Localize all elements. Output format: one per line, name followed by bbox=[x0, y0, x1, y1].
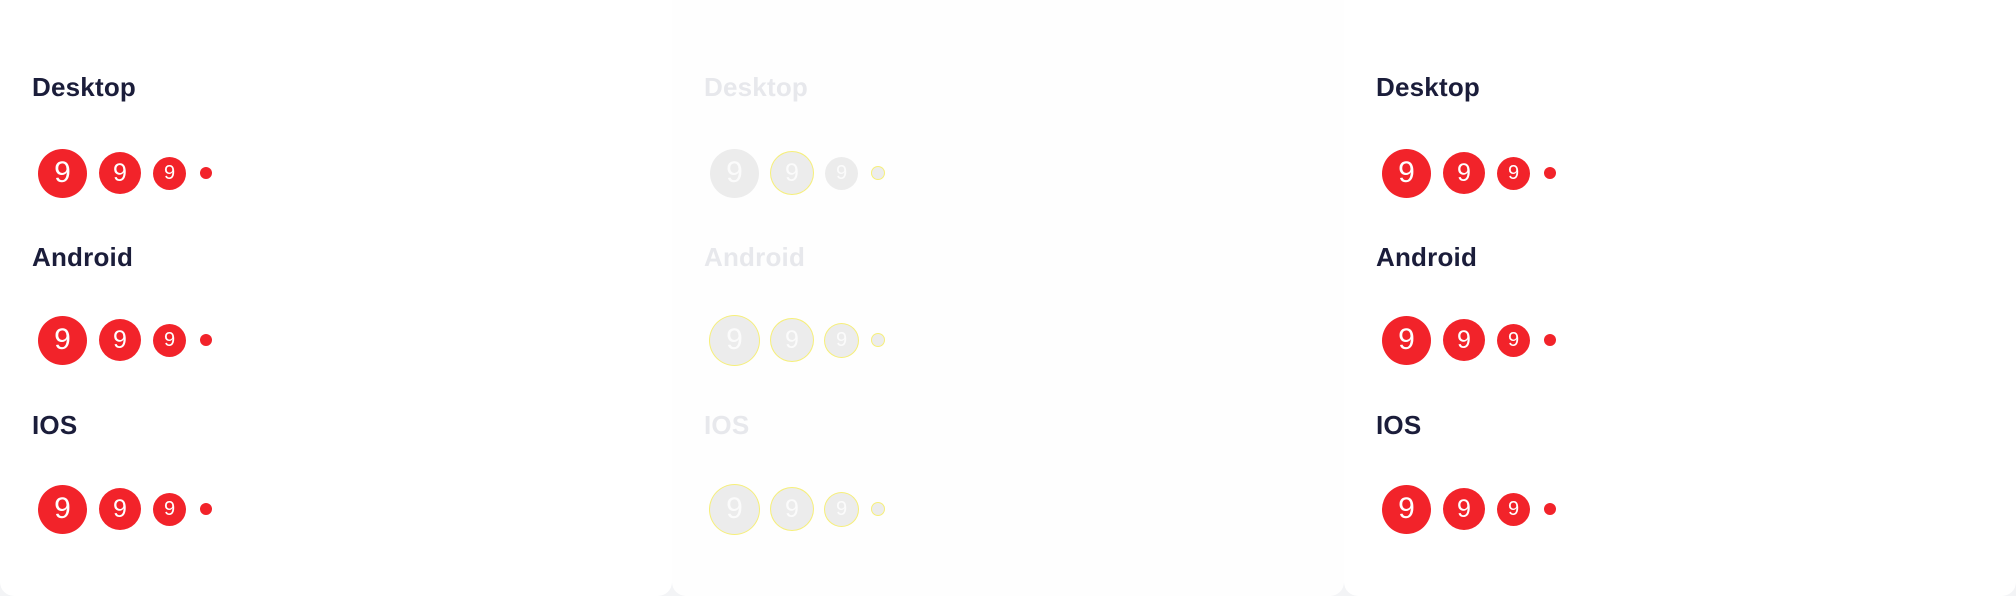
section-title-ios: IOS bbox=[704, 410, 750, 440]
section-title-android: Android bbox=[32, 242, 134, 272]
badge-large: 9 bbox=[1382, 484, 1431, 534]
badge-large: 9 bbox=[38, 484, 87, 534]
badge-large: 9 bbox=[710, 315, 759, 365]
badge-medium: 9 bbox=[1443, 319, 1485, 361]
badge-medium: 9 bbox=[771, 488, 813, 530]
badge-medium: 9 bbox=[99, 152, 141, 194]
badge-row-desktop: 9 9 9 bbox=[1382, 148, 1568, 198]
section-title-desktop: Desktop bbox=[32, 72, 136, 102]
badge-medium: 9 bbox=[99, 488, 141, 530]
badge-medium: 9 bbox=[99, 319, 141, 361]
badge-panel-alt: Desktop 9 9 9 Android 9 9 9 IOS 9 9 9 bbox=[1344, 0, 2016, 596]
badge-panel-default: Desktop 9 9 9 Android 9 9 9 IOS 9 9 9 bbox=[0, 0, 672, 596]
badge-showcase: Desktop 9 9 9 Android 9 9 9 IOS 9 9 9 De… bbox=[0, 0, 2016, 596]
badge-row-android: 9 9 9 bbox=[38, 315, 224, 365]
badge-row-ios: 9 9 9 bbox=[38, 484, 224, 534]
badge-dot bbox=[1544, 334, 1556, 346]
section-title-ios: IOS bbox=[1376, 410, 1422, 440]
badge-large: 9 bbox=[38, 148, 87, 198]
badge-panel-disabled: Desktop 9 9 9 Android 9 9 9 IOS 9 9 9 bbox=[672, 0, 1344, 596]
badge-dot bbox=[1544, 167, 1556, 179]
badge-small: 9 bbox=[153, 492, 186, 526]
section-title-desktop: Desktop bbox=[704, 72, 808, 102]
badge-small: 9 bbox=[1497, 492, 1530, 526]
badge-row-ios: 9 9 9 bbox=[1382, 484, 1568, 534]
badge-small: 9 bbox=[825, 492, 858, 526]
badge-medium: 9 bbox=[771, 319, 813, 361]
badge-large: 9 bbox=[1382, 148, 1431, 198]
section-title-android: Android bbox=[1376, 242, 1478, 272]
badge-medium: 9 bbox=[1443, 152, 1485, 194]
badge-large: 9 bbox=[710, 148, 759, 198]
badge-large: 9 bbox=[1382, 315, 1431, 365]
badge-dot bbox=[872, 503, 884, 515]
badge-large: 9 bbox=[710, 484, 759, 534]
badge-small: 9 bbox=[1497, 323, 1530, 357]
badge-row-ios: 9 9 9 bbox=[710, 484, 896, 534]
badge-large: 9 bbox=[38, 315, 87, 365]
badge-row-android: 9 9 9 bbox=[1382, 315, 1568, 365]
section-title-android: Android bbox=[704, 242, 806, 272]
badge-small: 9 bbox=[825, 156, 858, 190]
badge-row-desktop: 9 9 9 bbox=[38, 148, 224, 198]
section-title-ios: IOS bbox=[32, 410, 78, 440]
badge-dot bbox=[872, 334, 884, 346]
badge-small: 9 bbox=[825, 323, 858, 357]
badge-small: 9 bbox=[1497, 156, 1530, 190]
badge-small: 9 bbox=[153, 323, 186, 357]
badge-dot bbox=[872, 167, 884, 179]
badge-row-android: 9 9 9 bbox=[710, 315, 896, 365]
section-title-desktop: Desktop bbox=[1376, 72, 1480, 102]
badge-dot bbox=[1544, 503, 1556, 515]
badge-small: 9 bbox=[153, 156, 186, 190]
badge-dot bbox=[200, 334, 212, 346]
badge-dot bbox=[200, 503, 212, 515]
badge-row-desktop: 9 9 9 bbox=[710, 148, 896, 198]
badge-medium: 9 bbox=[1443, 488, 1485, 530]
badge-medium: 9 bbox=[771, 152, 813, 194]
badge-dot bbox=[200, 167, 212, 179]
